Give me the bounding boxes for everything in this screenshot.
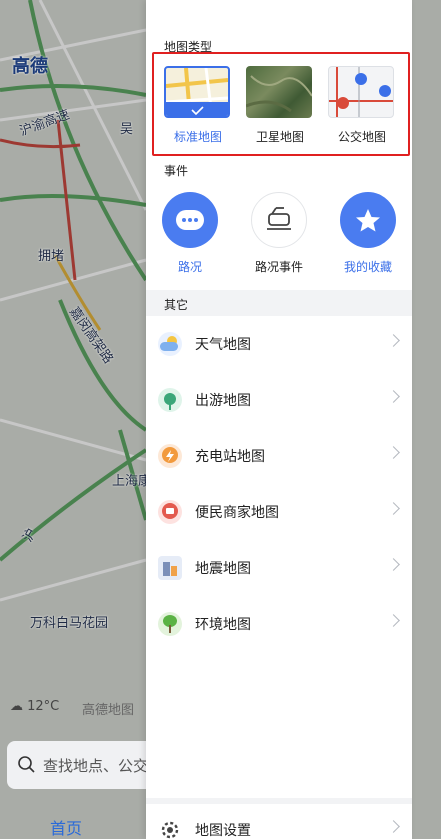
car-event-icon [251,192,307,248]
list-item-earthquake-map[interactable]: 地震地图 [146,540,412,596]
event-label: 路况事件 [254,260,303,274]
list-item-travel-map[interactable]: 出游地图 [146,372,412,428]
earthquake-icon [158,556,182,580]
event-favorites[interactable]: 我的收藏 [333,192,403,275]
environment-icon [158,612,182,636]
transit-map-thumb [328,66,394,118]
map-type-label: 标准地图 [173,130,222,144]
map-type-standard[interactable]: 标准地图 [164,66,232,145]
map-layer-panel: 地图类型 标准地图 卫星地图 公交地图 事件 路况 路况事件 我的收藏 其它 天… [146,0,412,839]
search-placeholder: 查找地点、公交 [43,757,149,775]
map-place-label: 万科白马花园 [30,616,109,631]
list-item-charging-map[interactable]: 充电站地图 [146,428,412,484]
list-item-shop-map[interactable]: 便民商家地图 [146,484,412,540]
chevron-right-icon [387,614,400,627]
satellite-map-thumb [246,66,312,118]
list-item-label: 天气地图 [195,337,251,353]
map-weather[interactable]: ☁ 12°C [10,699,59,714]
weather-icon [158,332,182,356]
list-item-weather-map[interactable]: 天气地图 [146,316,412,372]
map-type-label: 公交地图 [337,130,386,144]
standard-map-thumb [164,66,230,118]
chevron-right-icon [387,502,400,515]
list-item-environment-map[interactable]: 环境地图 [146,596,412,652]
charging-icon [158,444,182,468]
travel-icon [158,388,182,412]
checkmark-icon [191,106,204,116]
search-box[interactable]: 查找地点、公交 [7,741,157,789]
chevron-right-icon [387,446,400,459]
list-item-label: 出游地图 [195,393,251,409]
map-type-satellite[interactable]: 卫星地图 [246,66,314,145]
map-type-label: 卫星地图 [255,130,304,144]
list-item-label: 环境地图 [195,617,251,633]
star-icon [340,192,396,248]
shop-icon [158,500,182,524]
event-traffic[interactable]: 路况 [155,192,225,275]
map-settings-label: 地图设置 [195,823,251,839]
map-jam-label: 拥堵 [38,249,65,264]
event-label: 路况 [177,260,202,274]
map-settings-item[interactable]: 地图设置 [146,802,412,839]
section-title-others: 其它 [164,298,189,312]
chevron-right-icon [387,390,400,403]
chevron-right-icon [387,558,400,571]
list-item-label: 充电站地图 [195,449,265,465]
event-traffic-incidents[interactable]: 路况事件 [244,192,314,275]
chevron-right-icon [387,334,400,347]
map-city-label: 高德 [12,56,48,77]
section-title-events: 事件 [164,164,189,178]
map-road-label: 吴 [120,122,134,137]
list-item-label: 地震地图 [195,561,251,577]
map-brand: 高德地图 [82,703,135,718]
search-icon [18,756,35,773]
list-item-label: 便民商家地图 [195,505,279,521]
weather-temp: 12°C [27,699,60,714]
event-label: 我的收藏 [343,260,392,274]
traffic-icon [162,192,218,248]
gear-icon [161,821,179,839]
map-type-transit[interactable]: 公交地图 [328,66,396,145]
chevron-right-icon [387,820,400,833]
tab-home[interactable]: 首页 [50,815,82,839]
selected-bar [166,102,228,116]
